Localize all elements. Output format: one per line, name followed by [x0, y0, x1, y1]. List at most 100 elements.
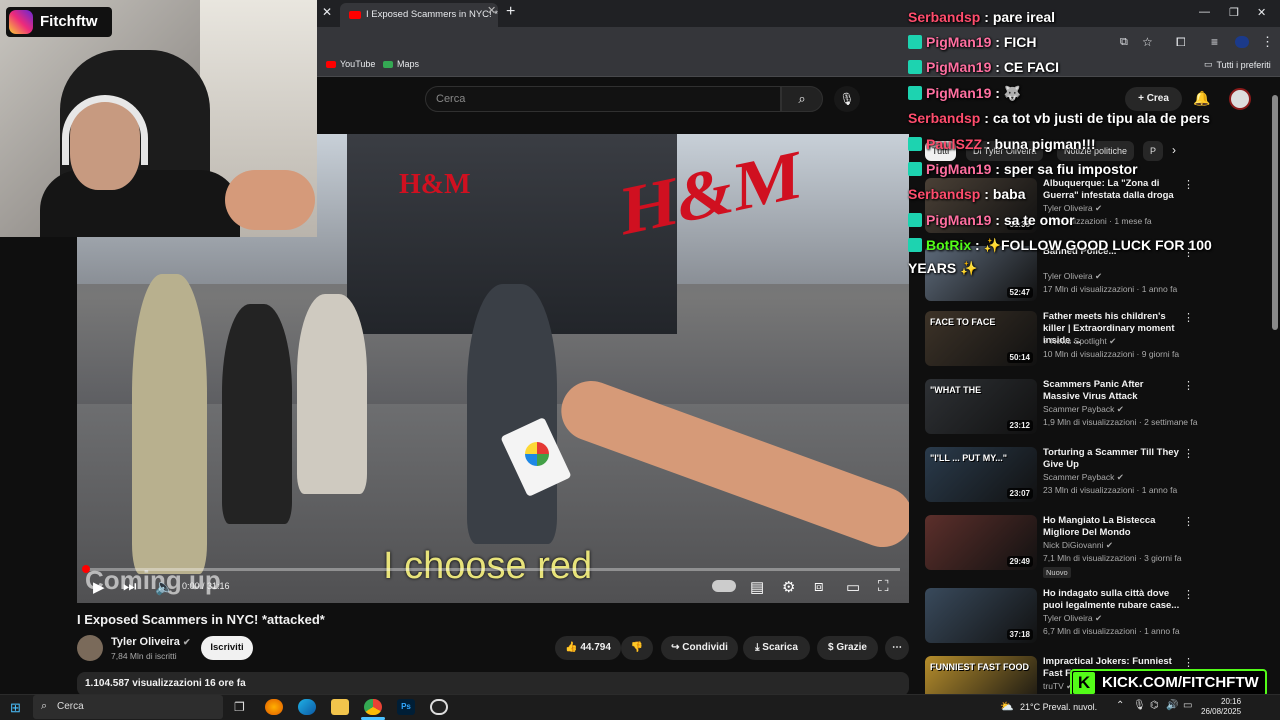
recommended-channel[interactable]: Tyler Oliveira ✔ — [1043, 613, 1102, 624]
windows-start-icon[interactable]: ⊞ — [10, 700, 21, 716]
profile-icon[interactable] — [1235, 36, 1249, 48]
taskbar-clock[interactable]: 20:16 26/08/2025 — [1201, 697, 1241, 717]
video-thumbnail[interactable]: 29:49 — [925, 515, 1037, 570]
file-explorer-icon[interactable] — [331, 699, 349, 715]
video-thumbnail[interactable]: FACE TO FACE 50:14 — [925, 311, 1037, 366]
recommended-channel[interactable]: Scammer Payback ✔ — [1043, 472, 1124, 483]
chevron-right-icon[interactable]: › — [1172, 143, 1176, 157]
progress-bar[interactable] — [85, 568, 900, 571]
search-input[interactable]: Cerca — [425, 86, 781, 112]
task-view-icon[interactable]: ❐ — [234, 700, 245, 714]
video-thumbnail[interactable]: 37:18 — [925, 588, 1037, 643]
close-icon[interactable]: ✕ — [1257, 6, 1266, 19]
recommended-title[interactable]: Albuquerque: La "Zona di Guerra" infesta… — [1043, 178, 1183, 202]
restore-icon[interactable]: ❐ — [1229, 6, 1239, 19]
autoplay-toggle[interactable] — [712, 580, 736, 592]
thumbnail-text: "I'LL ... PUT MY..." — [930, 453, 1008, 463]
recommended-channel[interactable]: Scammer Payback ✔ — [1043, 404, 1124, 415]
more-options-icon[interactable]: ⋮ — [1183, 656, 1194, 669]
menu-kebab-icon[interactable]: ⋮ — [1261, 34, 1274, 50]
network-icon[interactable]: ⌬ — [1150, 700, 1159, 711]
taskbar-search-input[interactable]: Cerca — [33, 695, 223, 719]
close-window-icon[interactable]: ✕ — [322, 5, 332, 19]
recommended-title[interactable]: Scammers Panic After Massive Virus Attac… — [1043, 379, 1183, 403]
recommended-title[interactable]: Ho Mangiato La Bistecca Migliore Del Mon… — [1043, 515, 1183, 539]
volume-icon[interactable]: 🔈 — [155, 578, 174, 596]
thanks-button[interactable]: $ Grazie — [817, 636, 878, 660]
more-actions-button[interactable]: ⋯ — [885, 636, 909, 660]
tray-chevron-icon[interactable]: ⌃ — [1116, 700, 1124, 711]
mic-tray-icon[interactable]: 🎙 — [1133, 700, 1146, 711]
minimize-icon[interactable]: — — [1199, 6, 1210, 18]
recommended-video[interactable]: "I'LL ... PUT MY..." 23:07 Torturing a Sca… — [925, 447, 1265, 505]
recommended-title[interactable]: Torturing a Scammer Till They Give Up — [1043, 447, 1183, 471]
more-options-icon[interactable]: ⋮ — [1183, 379, 1194, 392]
youtube-icon — [326, 60, 336, 68]
verified-icon: ✔ — [1094, 613, 1103, 623]
firefox-icon[interactable] — [265, 699, 283, 715]
recommended-channel[interactable]: truTV ✔ — [1043, 681, 1073, 692]
video-thumbnail[interactable]: "I'LL ... PUT MY..." 23:07 — [925, 447, 1037, 502]
description-box[interactable]: 1.104.587 visualizzazioni 16 ore fa — [77, 672, 909, 696]
media-icon[interactable]: ≡ — [1211, 35, 1218, 49]
theater-mode-icon[interactable]: ▭ — [846, 578, 860, 596]
notifications-bell-icon[interactable]: 🔔 — [1193, 90, 1210, 107]
next-icon[interactable]: ⏭ — [123, 578, 137, 595]
more-options-icon[interactable]: ⋮ — [1183, 588, 1194, 601]
edge-icon[interactable] — [298, 699, 316, 715]
search-icon: ⌕ — [798, 91, 806, 106]
recommended-video[interactable]: FACE TO FACE 50:14 Father meets his childr… — [925, 311, 1265, 369]
more-options-icon[interactable]: ⋮ — [1183, 178, 1194, 191]
progress-scrubber[interactable] — [82, 565, 90, 573]
speaker-icon[interactable]: 🔊 — [1166, 700, 1178, 711]
subscribe-button[interactable]: Iscriviti — [201, 636, 253, 660]
cast-icon[interactable]: ⧉ — [1120, 36, 1128, 49]
chat-username: PigMan19 — [926, 161, 992, 177]
more-options-icon[interactable]: ⋮ — [1183, 515, 1194, 528]
like-button[interactable]: 👍 44.794 — [555, 636, 621, 660]
tab-close-icon[interactable]: ✕ — [487, 4, 496, 17]
verified-icon: ✔ — [182, 637, 191, 647]
more-options-icon[interactable]: ⋮ — [1183, 447, 1194, 460]
user-avatar[interactable] — [1229, 88, 1251, 110]
miniplayer-icon[interactable]: ⧈ — [814, 578, 824, 595]
address-bar[interactable] — [317, 27, 1280, 57]
fullscreen-icon[interactable]: ⛶ — [878, 578, 889, 595]
bookmark-youtube[interactable]: YouTube — [326, 59, 375, 69]
chip-more[interactable]: P — [1143, 141, 1164, 161]
voice-search-button[interactable]: 🎙 — [834, 86, 860, 112]
chat-badge-icon — [908, 238, 922, 252]
chrome-icon[interactable] — [364, 699, 382, 715]
scrollbar-thumb[interactable] — [1272, 95, 1278, 330]
channel-avatar[interactable] — [77, 635, 103, 661]
search-button[interactable]: ⌕ — [781, 86, 823, 112]
recommended-channel[interactable]: Tyler Oliveira ✔ — [1043, 271, 1102, 282]
recommended-video[interactable]: 29:49 Ho Mangiato La Bistecca Migliore De… — [925, 515, 1265, 578]
recommended-channel[interactable]: Nick DiGiovanni ✔ — [1043, 540, 1113, 551]
extensions-icon[interactable]: ⧠ — [1176, 35, 1186, 50]
star-icon[interactable]: ☆ — [1142, 35, 1153, 49]
weather-text[interactable]: 21°C Preval. nuvol. — [1020, 702, 1097, 712]
new-tab-icon[interactable]: + — [506, 3, 515, 21]
channel-name[interactable]: Tyler Oliveira ✔ — [111, 636, 191, 648]
recommended-video[interactable]: 37:18 Ho indagato sulla città dove puoi l… — [925, 588, 1265, 646]
photoshop-icon[interactable]: Ps — [397, 699, 415, 715]
play-icon[interactable]: ▶ — [93, 578, 105, 596]
bookmark-maps[interactable]: Maps — [383, 59, 419, 69]
all-bookmarks[interactable]: ▭ Tutti i preferiti — [1204, 59, 1271, 70]
recommended-title[interactable]: Ho indagato sulla città dove puoi legalm… — [1043, 588, 1183, 612]
share-button[interactable]: ↪ Condividi — [661, 636, 738, 660]
settings-gear-icon[interactable]: ⚙ — [782, 578, 795, 596]
recommended-video[interactable]: "WHAT THE 23:12 Scammers Panic After Massi… — [925, 379, 1265, 437]
more-options-icon[interactable]: ⋮ — [1183, 311, 1194, 324]
video-thumbnail[interactable]: "WHAT THE 23:12 — [925, 379, 1037, 434]
recommended-channel[interactable]: 7 News Spotlight ✔ — [1043, 336, 1116, 347]
subtitles-icon[interactable]: ▤ — [750, 578, 764, 596]
chat-text: buna pigman!!! — [994, 136, 1096, 152]
obs-icon[interactable] — [430, 699, 448, 715]
download-button[interactable]: ⤓ Scarica — [743, 636, 810, 660]
battery-icon[interactable]: ▭ — [1183, 700, 1192, 711]
create-button[interactable]: + Crea — [1125, 87, 1182, 111]
browser-tab-active[interactable]: I Exposed Scammers in NYC! *a — [340, 3, 498, 27]
dislike-button[interactable]: 👎 — [621, 636, 653, 660]
